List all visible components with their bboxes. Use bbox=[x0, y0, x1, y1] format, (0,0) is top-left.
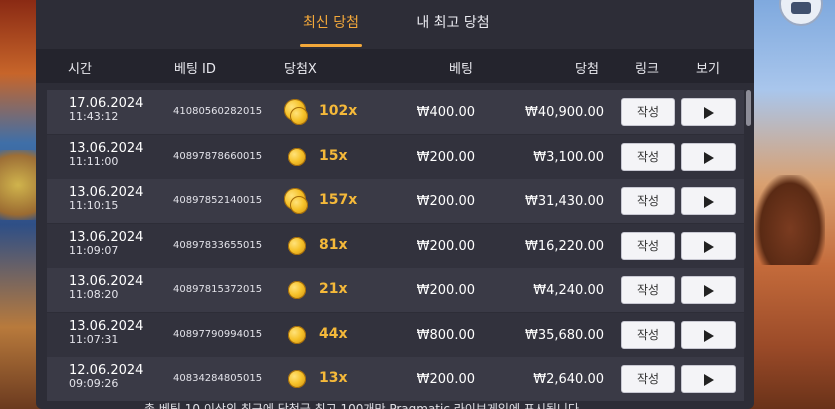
win-amount: ₩3,100.00 bbox=[533, 149, 604, 165]
coin-icon bbox=[288, 236, 306, 255]
footer-note: 총 베팅 10 이상의 최근에 당첨금 최고 100개만 Pragmatic 라… bbox=[144, 402, 580, 409]
bet-id-text: 40897852140015 bbox=[173, 195, 263, 206]
table-header: 시간 베팅 ID 당첨X 베팅 당첨 링크 보기 bbox=[36, 49, 754, 83]
date-text: 13.06.2024 bbox=[69, 229, 144, 245]
column-header-link: 링크 bbox=[635, 62, 659, 77]
write-link-button[interactable]: 작성 bbox=[621, 231, 675, 260]
bet-amount: ₩800.00 bbox=[416, 327, 475, 343]
table-row: 13.06.2024 11:07:31 40897790994015 44x ₩800.… bbox=[47, 312, 744, 357]
write-link-button[interactable]: 작성 bbox=[621, 365, 675, 393]
time-text: 11:43:12 bbox=[69, 110, 119, 123]
play-replay-button[interactable] bbox=[681, 365, 736, 393]
play-replay-button[interactable] bbox=[681, 187, 736, 215]
column-header-bet-id: 베팅 ID bbox=[174, 62, 216, 77]
time-text: 11:11:00 bbox=[69, 154, 119, 168]
time-text: 09:09:26 bbox=[69, 377, 119, 390]
table-row: 13.06.2024 11:11:00 40897878660015 15x ₩200.… bbox=[47, 134, 744, 179]
coin-icon bbox=[284, 188, 308, 214]
play-replay-button[interactable] bbox=[681, 142, 736, 171]
write-link-button[interactable]: 작성 bbox=[621, 320, 675, 349]
time-text: 11:09:07 bbox=[69, 243, 119, 257]
play-icon bbox=[704, 285, 714, 297]
tab-latest-wins[interactable]: 최신 당첨 bbox=[300, 12, 362, 42]
write-link-button[interactable]: 작성 bbox=[621, 98, 675, 126]
bet-amount: ₩200.00 bbox=[416, 283, 475, 298]
date-text: 13.06.2024 bbox=[69, 140, 144, 156]
table-row: 13.06.2024 11:08:20 40897815372015 21x ₩200.… bbox=[47, 268, 744, 312]
coin-icon bbox=[288, 147, 306, 166]
column-header-view: 보기 bbox=[696, 62, 720, 77]
bet-amount: ₩400.00 bbox=[416, 105, 475, 120]
column-header-time: 시간 bbox=[68, 62, 92, 77]
date-text: 12.06.2024 bbox=[69, 363, 144, 378]
active-tab-indicator bbox=[300, 44, 362, 47]
table-row: 12.06.2024 09:09:26 40834284805015 13x ₩200.… bbox=[47, 357, 744, 401]
time-text: 11:07:31 bbox=[69, 332, 119, 346]
bet-amount: ₩200.00 bbox=[416, 194, 475, 209]
date-text: 13.06.2024 bbox=[69, 185, 144, 200]
game-background-right bbox=[745, 0, 835, 409]
play-icon bbox=[704, 151, 714, 164]
bet-id-text: 40897815372015 bbox=[173, 284, 263, 295]
write-link-button[interactable]: 작성 bbox=[621, 187, 675, 215]
table-row: 17.06.2024 11:43:12 41080560282015 102x ₩400… bbox=[47, 90, 744, 134]
win-amount: ₩16,220.00 bbox=[524, 238, 604, 254]
play-replay-button[interactable] bbox=[681, 320, 736, 349]
play-replay-button[interactable] bbox=[681, 98, 736, 126]
win-amount: ₩31,430.00 bbox=[524, 194, 604, 209]
play-icon bbox=[704, 196, 714, 208]
coin-icon bbox=[288, 281, 306, 299]
win-amount: ₩2,640.00 bbox=[533, 372, 604, 387]
date-text: 13.06.2024 bbox=[69, 318, 144, 334]
bet-id-text: 40897833655015 bbox=[173, 239, 263, 251]
date-text: 13.06.2024 bbox=[69, 274, 144, 289]
scrollbar[interactable] bbox=[746, 90, 751, 126]
multiplier-text: 102x bbox=[319, 103, 358, 119]
coin-icon bbox=[284, 99, 308, 125]
win-amount: ₩40,900.00 bbox=[524, 105, 604, 120]
table-row: 13.06.2024 11:10:15 40897852140015 157x ₩200… bbox=[47, 179, 744, 223]
play-icon bbox=[704, 240, 714, 253]
play-replay-button[interactable] bbox=[681, 276, 736, 304]
multiplier-text: 21x bbox=[319, 281, 348, 297]
bet-amount: ₩200.00 bbox=[416, 149, 475, 165]
bet-id-text: 40834284805015 bbox=[173, 373, 263, 384]
bet-amount: ₩200.00 bbox=[416, 238, 475, 254]
table-row: 13.06.2024 11:09:07 40897833655015 81x ₩200.… bbox=[47, 223, 744, 268]
win-amount: ₩4,240.00 bbox=[533, 283, 604, 298]
win-amount: ₩35,680.00 bbox=[524, 327, 604, 343]
multiplier-text: 15x bbox=[319, 147, 348, 164]
coin-icon bbox=[288, 325, 306, 344]
multiplier-text: 81x bbox=[319, 236, 348, 253]
bet-id-text: 41080560282015 bbox=[173, 106, 263, 117]
play-icon bbox=[704, 329, 714, 342]
date-text: 17.06.2024 bbox=[69, 96, 144, 111]
multiplier-text: 44x bbox=[319, 325, 348, 342]
column-header-bet: 베팅 bbox=[449, 62, 473, 77]
tab-my-best-wins[interactable]: 내 최고 당첨 bbox=[411, 12, 495, 42]
time-text: 11:10:15 bbox=[69, 199, 119, 212]
column-header-multiplier: 당첨X bbox=[284, 62, 317, 77]
play-icon bbox=[704, 374, 714, 386]
write-link-button[interactable]: 작성 bbox=[621, 142, 675, 171]
play-icon bbox=[704, 107, 714, 119]
multiplier-text: 13x bbox=[319, 370, 348, 386]
winners-panel: 최신 당첨 내 최고 당첨 시간 베팅 ID 당첨X 베팅 당첨 링크 보기 1… bbox=[36, 0, 754, 409]
multiplier-text: 157x bbox=[319, 192, 358, 208]
play-replay-button[interactable] bbox=[681, 231, 736, 260]
time-text: 11:08:20 bbox=[69, 288, 119, 301]
bet-amount: ₩200.00 bbox=[416, 372, 475, 387]
tab-bar: 최신 당첨 내 최고 당첨 bbox=[36, 0, 754, 47]
coin-icon bbox=[288, 370, 306, 388]
bet-id-text: 40897790994015 bbox=[173, 328, 263, 340]
bet-id-text: 40897878660015 bbox=[173, 150, 263, 162]
write-link-button[interactable]: 작성 bbox=[621, 276, 675, 304]
column-header-win: 당첨 bbox=[575, 62, 599, 77]
